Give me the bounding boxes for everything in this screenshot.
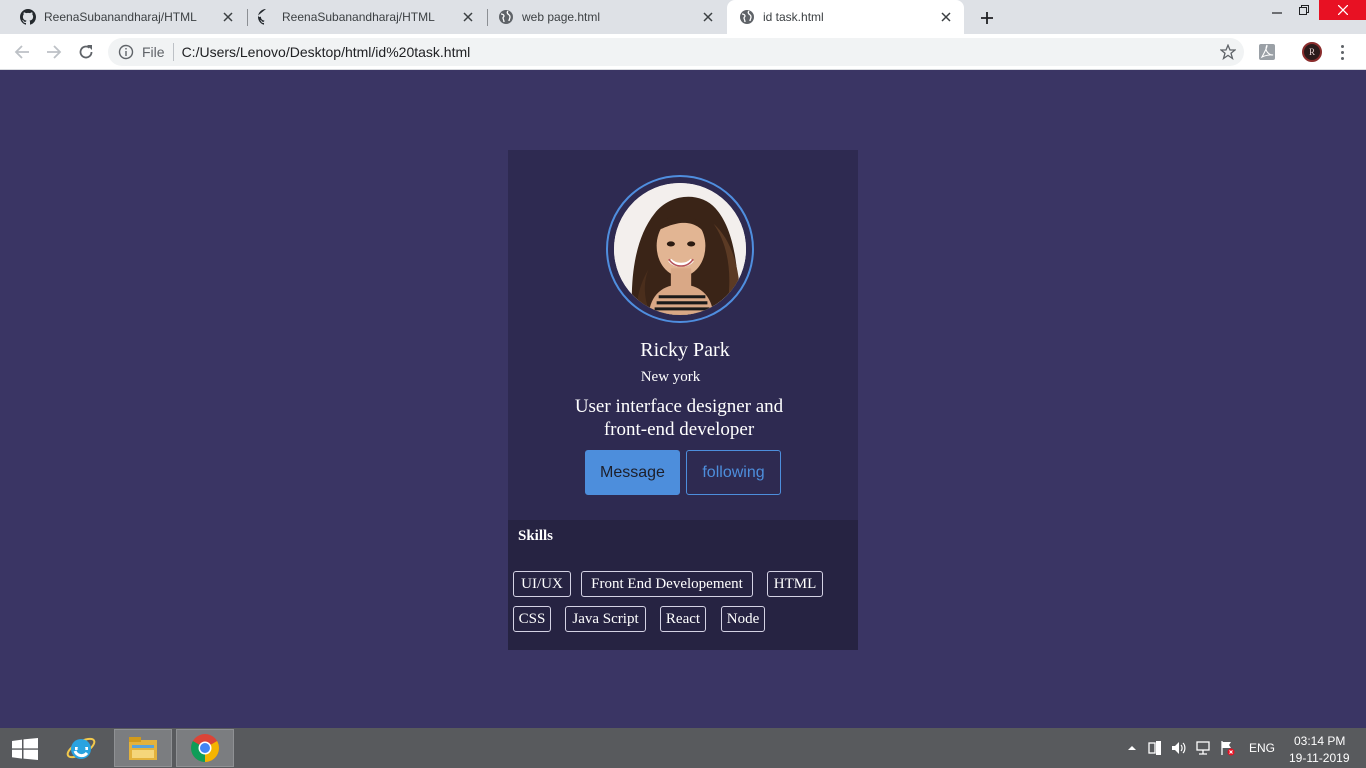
device-sync-icon[interactable] [1147, 740, 1163, 756]
action-center-flag-icon[interactable] [1219, 740, 1235, 756]
reload-button[interactable] [74, 40, 98, 64]
tab-title: id task.html [763, 10, 824, 24]
network-icon[interactable] [1195, 740, 1211, 756]
profile-name: Ricky Park [640, 339, 730, 361]
github-icon [20, 9, 36, 25]
forward-button[interactable] [42, 40, 66, 64]
url-text[interactable]: C:/Users/Lenovo/Desktop/html/id%20task.h… [182, 44, 471, 60]
skill-chip: React [660, 606, 706, 632]
page-viewport: Ricky Park New york User interface desig… [0, 71, 1366, 728]
address-divider [172, 43, 174, 61]
skills-section: Skills UI/UX Front End Developement HTML… [508, 520, 858, 650]
new-tab-button[interactable] [976, 7, 998, 29]
skill-chip: HTML [767, 571, 823, 597]
skill-chip: Node [721, 606, 765, 632]
back-button[interactable] [10, 40, 34, 64]
message-button[interactable]: Message [585, 450, 680, 495]
folder-icon [129, 737, 157, 760]
globe-icon [499, 10, 513, 24]
profile-bio: User interface designer and front-end de… [574, 396, 784, 440]
close-icon[interactable] [460, 9, 476, 25]
minimize-icon [1272, 12, 1282, 14]
skill-chip: Front End Developement [581, 571, 753, 597]
skills-heading: Skills [518, 528, 554, 544]
taskbar-chrome[interactable] [176, 729, 234, 767]
skill-chip: Java Script [565, 606, 646, 632]
speaker-icon[interactable] [1171, 740, 1187, 756]
profile-card: Ricky Park New york User interface desig… [508, 150, 858, 650]
arrow-right-icon [47, 45, 62, 59]
plus-icon [981, 12, 993, 24]
address-bar[interactable]: File C:/Users/Lenovo/Desktop/html/id%20t… [108, 38, 1244, 66]
browser-tab-1[interactable]: ReenaSubanandharaj/HTML [0, 0, 246, 34]
profile-photo [614, 183, 746, 315]
following-button[interactable]: following [686, 450, 781, 495]
profile-photo-frame [606, 175, 754, 323]
close-icon [1337, 5, 1348, 15]
profile-avatar-button[interactable]: R [1302, 42, 1322, 62]
browser-tab-strip: ReenaSubanandharaj/HTML ReenaSubanandhar… [0, 0, 1366, 34]
info-icon[interactable] [118, 44, 134, 60]
browser-tab-2[interactable]: ReenaSubanandharaj/HTML [238, 0, 486, 34]
star-icon[interactable] [1220, 44, 1236, 60]
tab-title: ReenaSubanandharaj/HTML [282, 10, 435, 24]
portrait-image [614, 183, 746, 315]
taskbar-file-explorer[interactable] [114, 729, 172, 767]
restore-button[interactable] [1291, 0, 1317, 20]
chevron-up-icon[interactable] [1124, 740, 1140, 756]
skill-chip: CSS [513, 606, 551, 632]
windows-start-icon[interactable] [12, 738, 38, 760]
windows-taskbar: ENG 03:14 PM 19-11-2019 [0, 728, 1366, 768]
close-window-button[interactable] [1319, 0, 1366, 20]
skill-chip: UI/UX [513, 571, 571, 597]
minimize-button[interactable] [1264, 0, 1290, 20]
reload-icon [79, 45, 93, 59]
browser-menu-button[interactable] [1334, 42, 1350, 62]
profile-city: New york [640, 369, 701, 385]
tab-title: ReenaSubanandharaj/HTML [44, 10, 197, 24]
clock-time[interactable]: 03:14 PM [1294, 734, 1345, 748]
close-icon[interactable] [700, 9, 716, 25]
browser-tab-4-active[interactable]: id task.html [727, 0, 964, 34]
github-icon [258, 9, 266, 25]
url-scheme-label: File [142, 44, 165, 60]
chrome-icon [191, 734, 219, 762]
input-language[interactable]: ENG [1249, 741, 1275, 755]
pdf-extension-icon[interactable] [1258, 43, 1276, 61]
restore-icon [1299, 5, 1309, 15]
arrow-left-icon [14, 45, 29, 59]
clock-date[interactable]: 19-11-2019 [1289, 751, 1350, 765]
browser-tab-3[interactable]: web page.html [478, 0, 726, 34]
close-icon[interactable] [938, 9, 954, 25]
taskbar-internet-explorer[interactable] [52, 729, 110, 767]
browser-toolbar: File C:/Users/Lenovo/Desktop/html/id%20t… [0, 34, 1366, 70]
close-icon[interactable] [220, 9, 236, 25]
globe-icon [740, 10, 754, 24]
tab-title: web page.html [522, 10, 601, 24]
internet-explorer-icon [66, 737, 96, 759]
